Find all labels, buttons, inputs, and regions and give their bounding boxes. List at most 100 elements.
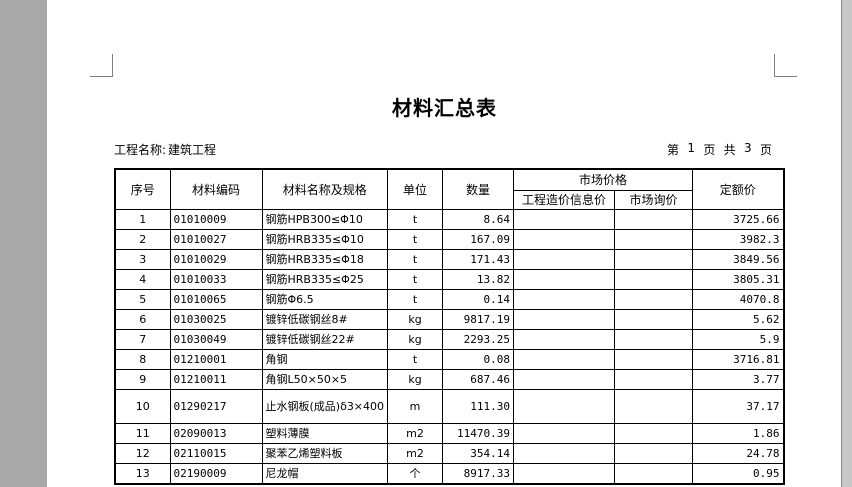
cell-inquiry-price — [614, 442, 694, 464]
cell-index: 3 — [114, 248, 171, 270]
header-market-price: 市场价格 — [513, 168, 694, 191]
cell-quantity: 354.14 — [442, 442, 515, 464]
cell-info-price — [513, 462, 616, 484]
cell-name: 角钢L50×50×5 — [261, 368, 389, 390]
cell-quantity: 8917.33 — [442, 462, 515, 484]
cell-index: 10 — [114, 388, 171, 424]
table-row: 7 01030049 镀锌低碳钢丝22# kg 2293.25 5.9 — [114, 328, 785, 350]
cell-fixed-price: 3725.66 — [692, 208, 785, 230]
cell-code: 01010009 — [169, 208, 263, 230]
cell-unit: kg — [387, 368, 444, 390]
cell-name: 钢筋HPB300≤Φ10 — [261, 208, 389, 230]
cell-quantity: 11470.39 — [442, 422, 515, 444]
cell-unit: kg — [387, 328, 444, 350]
cell-unit: 个 — [387, 462, 444, 484]
table-row: 11 02090013 塑料薄膜 m2 11470.39 1.86 — [114, 422, 785, 444]
cell-unit: t — [387, 228, 444, 250]
cell-fixed-price: 24.78 — [692, 442, 785, 464]
header-info-price: 工程造价信息价 — [513, 189, 616, 210]
page-info-total-suffix: 页 — [759, 143, 772, 157]
cell-index: 8 — [114, 348, 171, 370]
cell-unit: t — [387, 208, 444, 230]
cell-unit: t — [387, 348, 444, 370]
cell-unit: t — [387, 268, 444, 290]
header-fixed-price: 定额价 — [692, 168, 785, 210]
cell-inquiry-price — [614, 308, 694, 330]
cell-index: 2 — [114, 228, 171, 250]
cell-info-price — [513, 308, 616, 330]
header-unit: 单位 — [387, 168, 444, 210]
page-info: 第 1 页 共 3 页 — [667, 141, 772, 158]
cell-code: 01030025 — [169, 308, 263, 330]
cell-fixed-price: 3716.81 — [692, 348, 785, 370]
cell-code: 01010065 — [169, 288, 263, 310]
header-code: 材料编码 — [169, 168, 263, 210]
cell-code: 02090013 — [169, 422, 263, 444]
table-row: 8 01210001 角钢 t 0.08 3716.81 — [114, 348, 785, 370]
table-row: 2 01010027 钢筋HRB335≤Φ10 t 167.09 3982.3 — [114, 228, 785, 250]
header-name: 材料名称及规格 — [261, 168, 389, 210]
table-row: 12 02110015 聚苯乙烯塑料板 m2 354.14 24.78 — [114, 442, 785, 464]
cell-inquiry-price — [614, 208, 694, 230]
cell-inquiry-price — [614, 288, 694, 310]
cell-info-price — [513, 442, 616, 464]
table-row: 6 01030025 镀锌低碳钢丝8# kg 9817.19 5.62 — [114, 308, 785, 330]
project-name: 建筑工程 — [168, 143, 217, 157]
cell-fixed-price: 5.62 — [692, 308, 785, 330]
cell-fixed-price: 3.77 — [692, 368, 785, 390]
cell-code: 01010029 — [169, 248, 263, 270]
cell-index: 4 — [114, 268, 171, 290]
cell-name: 镀锌低碳钢丝22# — [261, 328, 389, 350]
cell-unit: t — [387, 288, 444, 310]
cell-info-price — [513, 248, 616, 270]
page-info-current: 1 — [687, 141, 695, 155]
vertical-scrollbar[interactable] — [841, 0, 852, 487]
page-info-prefix: 第 — [667, 143, 680, 157]
cell-fixed-price: 3849.56 — [692, 248, 785, 270]
cell-quantity: 0.08 — [442, 348, 515, 370]
cell-unit: m2 — [387, 442, 444, 464]
cell-quantity: 0.14 — [442, 288, 515, 310]
cell-name: 钢筋HRB335≤Φ18 — [261, 248, 389, 270]
cell-fixed-price: 0.95 — [692, 462, 785, 484]
cell-inquiry-price — [614, 248, 694, 270]
cell-quantity: 13.82 — [442, 268, 515, 290]
cell-info-price — [513, 208, 616, 230]
cell-fixed-price: 3805.31 — [692, 268, 785, 290]
table-row: 5 01010065 钢筋Φ6.5 t 0.14 4070.8 — [114, 288, 785, 310]
cell-inquiry-price — [614, 368, 694, 390]
cell-index: 1 — [114, 208, 171, 230]
cell-index: 5 — [114, 288, 171, 310]
cell-quantity: 687.46 — [442, 368, 515, 390]
cell-unit: kg — [387, 308, 444, 330]
cell-code: 01010027 — [169, 228, 263, 250]
crop-mark-top-left — [90, 54, 113, 77]
cell-info-price — [513, 228, 616, 250]
header-index: 序号 — [114, 168, 171, 210]
header-inquiry-price: 市场询价 — [614, 189, 694, 210]
cell-unit: m — [387, 388, 444, 424]
cell-index: 11 — [114, 422, 171, 444]
table-row: 9 01210011 角钢L50×50×5 kg 687.46 3.77 — [114, 368, 785, 390]
cell-info-price — [513, 348, 616, 370]
cell-info-price — [513, 288, 616, 310]
cell-quantity: 8.64 — [442, 208, 515, 230]
cell-fixed-price: 1.86 — [692, 422, 785, 444]
cell-fixed-price: 37.17 — [692, 388, 785, 424]
cell-info-price — [513, 368, 616, 390]
cell-unit: m2 — [387, 422, 444, 444]
table-row: 13 02190009 尼龙帽 个 8917.33 0.95 — [114, 462, 785, 484]
cell-quantity: 111.30 — [442, 388, 515, 424]
materials-table: 序号 材料编码 材料名称及规格 单位 数量 市场价格 定额价 工程造价信息价 市… — [114, 168, 785, 485]
table-row: 10 01290217 止水钢板(成品)δ3×400 m 111.30 37.1… — [114, 388, 785, 424]
cell-index: 7 — [114, 328, 171, 350]
cell-name: 聚苯乙烯塑料板 — [261, 442, 389, 464]
cell-name: 尼龙帽 — [261, 462, 389, 484]
project-info: 工程名称: 建筑工程 — [114, 141, 216, 158]
cell-code: 01210001 — [169, 348, 263, 370]
cell-info-price — [513, 388, 616, 424]
cell-code: 01290217 — [169, 388, 263, 424]
cell-name: 角钢 — [261, 348, 389, 370]
cell-inquiry-price — [614, 462, 694, 484]
cell-code: 01030049 — [169, 328, 263, 350]
